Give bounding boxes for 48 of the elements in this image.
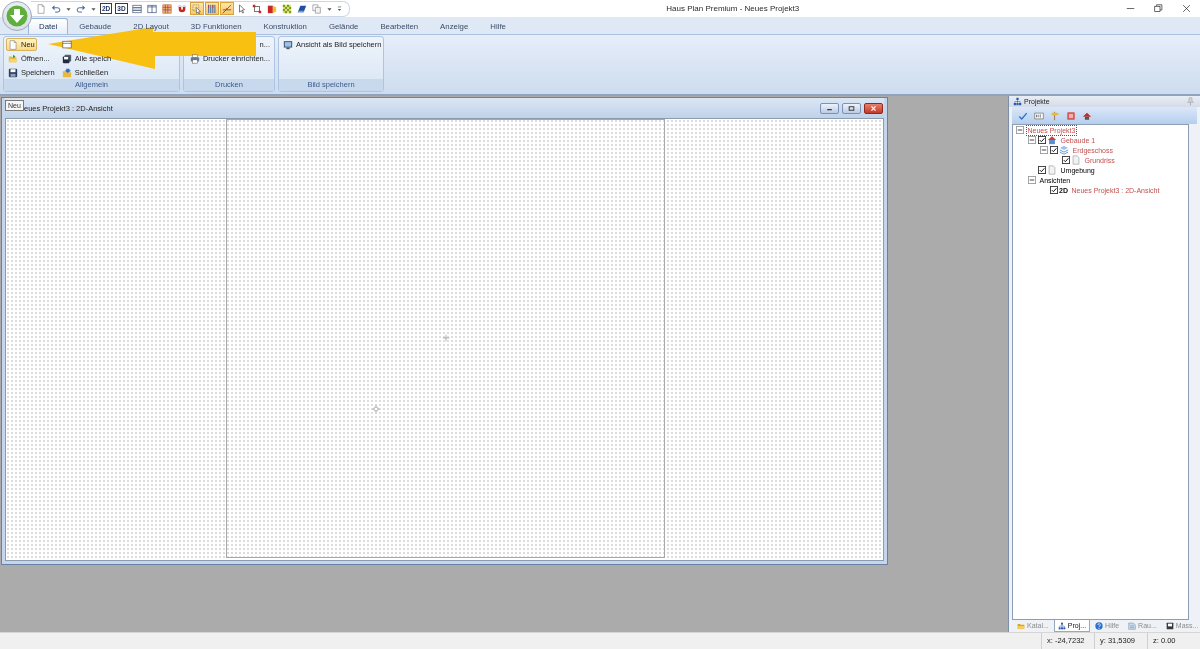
printer-icon	[189, 53, 200, 64]
ribbon-button[interactable]	[59, 38, 74, 51]
restore-icon	[1153, 4, 1163, 13]
text-field-icon[interactable]	[1034, 110, 1044, 121]
undo-icon[interactable]	[49, 2, 63, 15]
checkbox[interactable]	[1061, 156, 1070, 164]
close-icon	[1181, 4, 1191, 13]
download-icon	[6, 5, 28, 27]
folder-icon	[1017, 621, 1025, 630]
crosshair-icon	[442, 334, 450, 342]
checkbox[interactable]	[1037, 136, 1046, 144]
page-icon	[1047, 165, 1057, 175]
floppy-stack-icon	[61, 53, 72, 64]
checkbox[interactable]	[1049, 146, 1058, 154]
floppy-icon	[8, 67, 18, 78]
angle-icon[interactable]	[219, 2, 234, 15]
target-icon	[372, 405, 380, 413]
close-icon	[870, 105, 877, 112]
maximize-icon	[848, 105, 855, 112]
help-icon	[1095, 621, 1104, 630]
snap-cursor-icon[interactable]	[189, 2, 204, 15]
square-icon[interactable]	[1066, 110, 1076, 121]
layers-icon	[1059, 145, 1069, 155]
open-folder-icon	[8, 53, 18, 64]
rows-icon[interactable]	[129, 2, 144, 15]
window-title: Haus Plan Premium - Neues Projekt3	[665, 4, 801, 13]
hierarchy-icon	[1057, 621, 1066, 630]
grid-icon[interactable]	[159, 2, 174, 15]
folder-arrow-icon	[61, 67, 72, 78]
close-button[interactable]	[864, 103, 883, 114]
device-icon	[1165, 621, 1174, 630]
document-lines-icon	[1128, 621, 1137, 630]
house-icon[interactable]	[1082, 110, 1092, 121]
checkbox[interactable]	[1037, 166, 1046, 174]
check-icon[interactable]	[1018, 110, 1028, 121]
columns-icon[interactable]	[144, 2, 159, 15]
monitor-icon	[283, 39, 293, 50]
collapse-icon[interactable]	[1015, 126, 1024, 134]
window-icon	[61, 39, 72, 50]
checkbox[interactable]	[1049, 186, 1058, 194]
page-icon	[1071, 155, 1081, 165]
document-icon	[8, 39, 18, 50]
house-icon	[1047, 135, 1057, 145]
signpost-icon[interactable]	[1050, 110, 1060, 121]
maximize-button[interactable]	[842, 103, 861, 114]
minimize-button[interactable]	[820, 103, 839, 114]
bars-icon[interactable]	[204, 2, 219, 15]
hierarchy-icon	[1013, 97, 1022, 106]
